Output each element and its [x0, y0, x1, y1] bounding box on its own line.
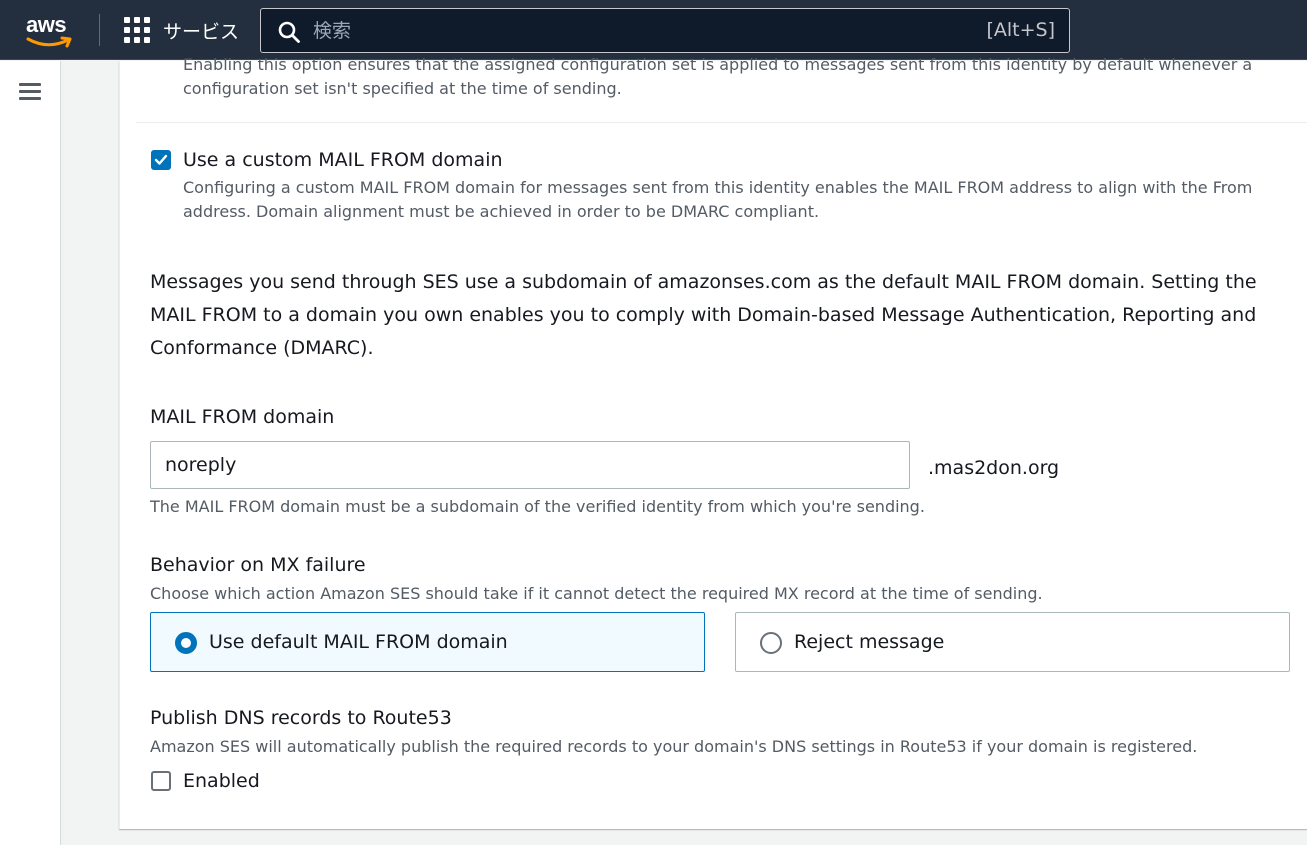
- section-divider: [136, 122, 1307, 123]
- search-shortcut-hint: [Alt+S]: [986, 19, 1055, 41]
- mx-option-reject-message[interactable]: Reject message: [735, 612, 1290, 672]
- aws-logo[interactable]: aws: [26, 12, 76, 48]
- publish-dns-enabled-label[interactable]: Enabled: [183, 767, 260, 795]
- search-box[interactable]: [Alt+S]: [260, 8, 1070, 53]
- side-navigation-rail: [0, 61, 61, 845]
- aws-smile-icon: [26, 36, 72, 48]
- mx-option-reject-message-label: Reject message: [794, 631, 945, 653]
- mx-failure-description: Choose which action Amazon SES should ta…: [150, 584, 1043, 603]
- mail-from-settings-panel: Enabling this option ensures that the as…: [119, 55, 1307, 829]
- nav-divider: [99, 14, 100, 46]
- mx-option-use-default-label: Use default MAIL FROM domain: [209, 631, 508, 653]
- publish-dns-enabled-checkbox[interactable]: [151, 771, 171, 791]
- radio-unselected[interactable]: [760, 632, 782, 654]
- top-navigation-bar: aws サービス [Alt+S]: [0, 0, 1307, 60]
- mail-from-intro-text: Messages you send through SES use a subd…: [150, 271, 1257, 359]
- menu-icon[interactable]: [19, 83, 41, 101]
- custom-mail-from-label[interactable]: Use a custom MAIL FROM domain: [183, 146, 503, 174]
- search-input[interactable]: [313, 15, 973, 47]
- configuration-set-description: Enabling this option ensures that the as…: [183, 55, 1253, 98]
- aws-logo-text: aws: [26, 12, 67, 37]
- mail-from-domain-label: MAIL FROM domain: [150, 406, 335, 428]
- search-icon: [278, 21, 300, 43]
- checkmark-icon: [154, 154, 168, 165]
- services-label: サービス: [163, 20, 240, 43]
- mail-from-domain-input[interactable]: [150, 441, 910, 489]
- mx-failure-label: Behavior on MX failure: [150, 554, 366, 576]
- grid-icon: [124, 17, 150, 43]
- radio-selected[interactable]: [175, 632, 197, 654]
- custom-mail-from-checkbox[interactable]: [151, 150, 171, 170]
- publish-dns-label: Publish DNS records to Route53: [150, 707, 452, 729]
- mx-option-use-default[interactable]: Use default MAIL FROM domain: [150, 612, 705, 672]
- publish-dns-description: Amazon SES will automatically publish th…: [150, 737, 1198, 756]
- mail-from-domain-hint: The MAIL FROM domain must be a subdomain…: [150, 497, 925, 516]
- mail-from-domain-suffix: .mas2don.org: [928, 457, 1060, 479]
- services-menu-button[interactable]: サービス: [124, 16, 239, 44]
- custom-mail-from-description: Configuring a custom MAIL FROM domain fo…: [183, 178, 1253, 221]
